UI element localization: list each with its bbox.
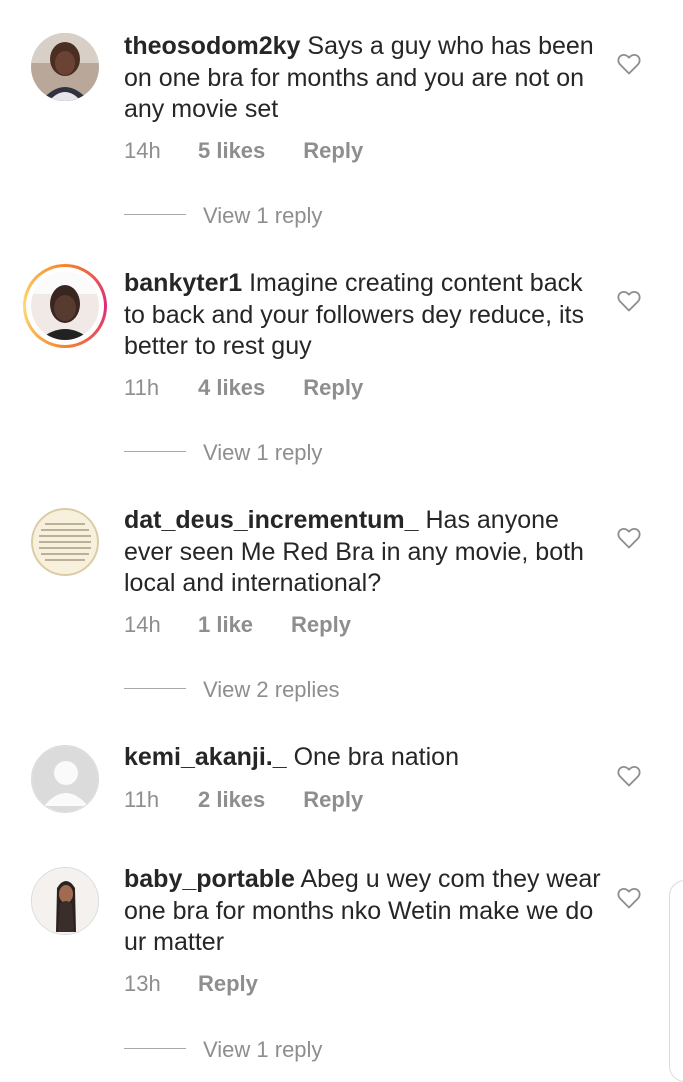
comment-likes[interactable]: 5 likes xyxy=(198,138,265,164)
default-user-avatar[interactable] xyxy=(31,745,99,813)
view-replies-label: View 1 reply xyxy=(203,203,323,228)
replies-divider xyxy=(124,451,186,452)
avatar xyxy=(31,272,99,340)
view-replies-button[interactable]: View 1 reply xyxy=(124,1037,384,1062)
replies-divider xyxy=(124,214,186,215)
reply-button[interactable]: Reply xyxy=(303,375,363,401)
comment-username[interactable]: bankyter1 xyxy=(124,269,242,297)
heart-outline-icon[interactable] xyxy=(617,290,641,312)
comment-text: bankyter1 Imagine creating content back … xyxy=(124,268,604,363)
comment-time: 14h xyxy=(124,612,161,637)
view-replies-button[interactable]: View 1 reply xyxy=(124,203,384,228)
replies-divider xyxy=(124,688,186,689)
comment-likes[interactable]: 1 like xyxy=(198,612,253,638)
view-replies-label: View 1 reply xyxy=(203,1037,323,1062)
view-replies-label: View 1 reply xyxy=(203,440,323,465)
heart-outline-icon[interactable] xyxy=(617,887,641,909)
view-replies-label: View 2 replies xyxy=(203,677,340,702)
view-replies-button[interactable]: View 2 replies xyxy=(124,677,384,702)
comment-meta: 11h 2 likes Reply xyxy=(124,787,363,813)
heart-outline-icon[interactable] xyxy=(617,53,641,75)
reply-button[interactable]: Reply xyxy=(291,612,351,638)
comment-username[interactable]: baby_portable xyxy=(124,865,295,893)
comment-meta: 13h Reply xyxy=(124,971,258,997)
comment-text: dat_deus_incrementum_ Has anyone ever se… xyxy=(124,505,604,600)
comment-time: 14h xyxy=(124,138,161,163)
comment-time: 11h xyxy=(124,787,160,812)
comment-username[interactable]: theosodom2ky xyxy=(124,32,300,60)
comment-meta: 14h 5 likes Reply xyxy=(124,138,363,164)
comment-likes[interactable]: 2 likes xyxy=(198,787,265,813)
reply-button[interactable]: Reply xyxy=(303,787,363,813)
avatar[interactable] xyxy=(31,867,99,935)
comment-likes[interactable]: 4 likes xyxy=(198,375,265,401)
reply-button[interactable]: Reply xyxy=(303,138,363,164)
heart-outline-icon[interactable] xyxy=(617,765,641,787)
heart-outline-icon[interactable] xyxy=(617,527,641,549)
view-replies-button[interactable]: View 1 reply xyxy=(124,440,384,465)
floating-panel-edge xyxy=(669,880,683,1082)
comment-time: 11h xyxy=(124,375,160,400)
comment-text: theosodom2ky Says a guy who has been on … xyxy=(124,31,604,126)
comment-body: One bra nation xyxy=(293,743,459,771)
comment-meta: 14h 1 like Reply xyxy=(124,612,351,638)
reply-button[interactable]: Reply xyxy=(198,971,258,997)
comment-text: kemi_akanji._ One bra nation xyxy=(124,742,604,774)
avatar-ring-gap xyxy=(26,267,104,345)
replies-divider xyxy=(124,1048,186,1049)
comment-meta: 11h 4 likes Reply xyxy=(124,375,363,401)
comment-username[interactable]: dat_deus_incrementum_ xyxy=(124,506,419,534)
avatar[interactable] xyxy=(31,508,99,576)
story-ring[interactable] xyxy=(23,264,107,348)
comment-text: baby_portable Abeg u wey com they wear o… xyxy=(124,864,604,959)
avatar[interactable] xyxy=(31,33,99,101)
comment-username[interactable]: kemi_akanji._ xyxy=(124,743,287,771)
comment-time: 13h xyxy=(124,971,161,996)
